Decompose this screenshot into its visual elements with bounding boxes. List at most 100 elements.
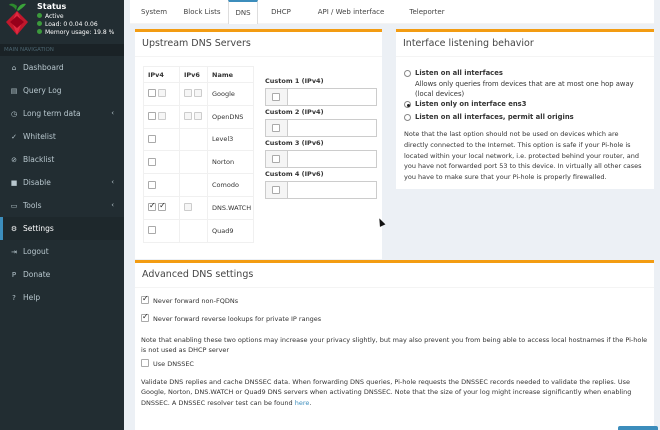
dnssec-note-tail: . <box>309 398 312 407</box>
tab-dns[interactable]: DNS <box>228 0 258 24</box>
server-name: Norton <box>207 150 254 175</box>
ipv6-cell <box>179 218 208 243</box>
interface-title: Interface listening behavior <box>396 32 654 57</box>
google-ipv6-checkbox[interactable] <box>184 89 192 98</box>
sidebar-item-help[interactable]: ? Help <box>0 286 124 309</box>
norton-ipv4-checkbox[interactable] <box>148 157 156 166</box>
dnssec-option[interactable]: Use DNSSEC <box>141 359 194 368</box>
status-active-label: Active <box>45 13 64 20</box>
radio-button[interactable] <box>404 114 411 121</box>
level3-ipv4-checkbox[interactable] <box>148 134 156 143</box>
custom-2-input[interactable] <box>287 119 377 137</box>
google-ipv6-checkbox-alt[interactable] <box>194 89 203 98</box>
comodo-ipv4-checkbox[interactable] <box>148 180 156 189</box>
custom-4-input[interactable] <box>287 181 377 199</box>
status-memory-label: Memory usage: 19.8 % <box>45 29 115 36</box>
radio-description: Allows only queries from devices that ar… <box>415 80 634 98</box>
ipv4-cell <box>143 82 180 106</box>
tab-block-lists[interactable]: Block Lists <box>178 0 226 24</box>
sidebar-item-tools[interactable]: ▭ Tools ‹ <box>0 194 124 217</box>
custom-2-checkbox[interactable] <box>272 124 280 132</box>
dnswatch-ipv4-checkbox[interactable] <box>148 201 156 212</box>
custom-3-checkbox-wrap <box>265 150 287 168</box>
column-header-ipv6: IPv6 <box>179 66 208 83</box>
pihole-logo <box>6 3 28 35</box>
sidebar-item-disable[interactable]: ■ Disable ‹ <box>0 171 124 194</box>
custom-2-checkbox-wrap <box>265 119 287 137</box>
custom-4-checkbox[interactable] <box>272 186 280 194</box>
radio-label: Listen on all interfaces <box>415 69 503 77</box>
sidebar-item-settings[interactable]: ⚙ Settings <box>0 217 124 240</box>
advanced-dns-title: Advanced DNS settings <box>135 263 654 288</box>
sidebar-item-blacklist[interactable]: ⊘ Blacklist <box>0 148 124 171</box>
dnssec-note: Validate DNS replies and cache DNSSEC da… <box>141 377 649 408</box>
google-ipv4-checkbox[interactable] <box>148 89 156 98</box>
sidebar-item-label: Dashboard <box>23 63 64 72</box>
dnswatch-ipv6-checkbox[interactable] <box>184 203 192 212</box>
tab-system[interactable]: System <box>136 0 172 24</box>
table-row: Norton <box>143 150 254 175</box>
sidebar-item-label: Whitelist <box>23 132 56 141</box>
quad9-ipv4-checkbox[interactable] <box>148 226 156 235</box>
ipv6-cell <box>179 150 208 175</box>
custom-4-checkbox-wrap <box>265 181 287 199</box>
ipv6-cell <box>179 127 208 152</box>
status-memory: Memory usage: 19.8 % <box>37 29 114 36</box>
sidebar-item-dashboard[interactable]: ⌂ Dashboard <box>0 56 124 79</box>
custom-3-input[interactable] <box>287 150 377 168</box>
ipv4-cell <box>143 150 180 175</box>
table-row: Quad9 <box>143 218 254 243</box>
sidebar-item-query-log[interactable]: ▤ Query Log <box>0 79 124 102</box>
opendns-ipv4-checkbox[interactable] <box>148 112 156 121</box>
opendns-ipv6-checkbox-alt[interactable] <box>194 112 203 121</box>
custom-1-input[interactable] <box>287 88 377 106</box>
radio-button[interactable] <box>404 70 411 77</box>
user-logout-icon: ⇥ <box>11 248 17 256</box>
dnssec-test-link[interactable]: here <box>295 399 310 407</box>
google-ipv4-checkbox-alt[interactable] <box>158 89 167 98</box>
private-ranges-option[interactable]: Never forward reverse lookups for privat… <box>141 312 322 323</box>
opendns-ipv4-checkbox-alt[interactable] <box>158 112 167 121</box>
sidebar-item-donate[interactable]: P Donate <box>0 263 124 286</box>
tab-dhcp[interactable]: DHCP <box>264 0 298 24</box>
chevron-left-icon: ‹ <box>111 201 114 209</box>
sidebar: Status Active Load: 0 0.04 0.06 Memory u… <box>0 0 124 430</box>
interface-note: Note that the last option should not be … <box>404 130 642 182</box>
fqdn-option[interactable]: Never forward non-FQDNs <box>141 294 239 305</box>
table-row: Level3 <box>143 127 254 152</box>
dnswatch-ipv4-checkbox-alt[interactable] <box>158 201 167 212</box>
question-icon: ? <box>12 294 16 302</box>
private-ranges-label: Never forward reverse lookups for privat… <box>153 315 322 323</box>
sidebar-item-long-term-data[interactable]: ◷ Long term data ‹ <box>0 102 124 125</box>
radio-button[interactable] <box>404 101 411 108</box>
folder-icon: ▭ <box>10 202 18 210</box>
tab-teleporter[interactable]: Teleporter <box>380 0 474 24</box>
ipv4-cell <box>143 195 180 220</box>
ipv4-cell <box>143 127 180 152</box>
sidebar-item-logout[interactable]: ⇥ Logout <box>0 240 124 263</box>
sidebar-item-label: Blacklist <box>23 155 55 164</box>
custom-2-row <box>265 119 377 137</box>
server-name: Comodo <box>207 173 254 197</box>
private-ranges-checkbox[interactable] <box>141 312 149 322</box>
opendns-ipv6-checkbox[interactable] <box>184 112 192 121</box>
custom-1-checkbox[interactable] <box>272 93 280 101</box>
privacy-note: Note that enabling these two options may… <box>141 336 648 355</box>
custom-3-row <box>265 150 377 168</box>
fqdn-label: Never forward non-FQDNs <box>153 297 239 305</box>
dnssec-label: Use DNSSEC <box>153 360 194 368</box>
interface-panel: Interface listening behavior Listen on a… <box>396 29 654 189</box>
save-button-edge[interactable] <box>618 426 658 430</box>
custom-4-row <box>265 181 377 199</box>
server-name: OpenDNS <box>207 104 254 129</box>
status-dot-icon <box>37 29 42 34</box>
fqdn-checkbox[interactable] <box>141 294 149 304</box>
custom-3-checkbox[interactable] <box>272 155 280 163</box>
upstream-dns-table: IPv4 IPv6 Name Google OpenDNS Level3 Nor… <box>143 66 254 243</box>
sidebar-item-label: Help <box>23 293 41 302</box>
custom-1-checkbox-wrap <box>265 88 287 106</box>
dnssec-checkbox[interactable] <box>141 359 149 367</box>
sidebar-item-whitelist[interactable]: ✓ Whitelist <box>0 125 124 148</box>
sidebar-item-label: Disable <box>23 178 51 187</box>
ipv4-cell <box>143 173 180 197</box>
